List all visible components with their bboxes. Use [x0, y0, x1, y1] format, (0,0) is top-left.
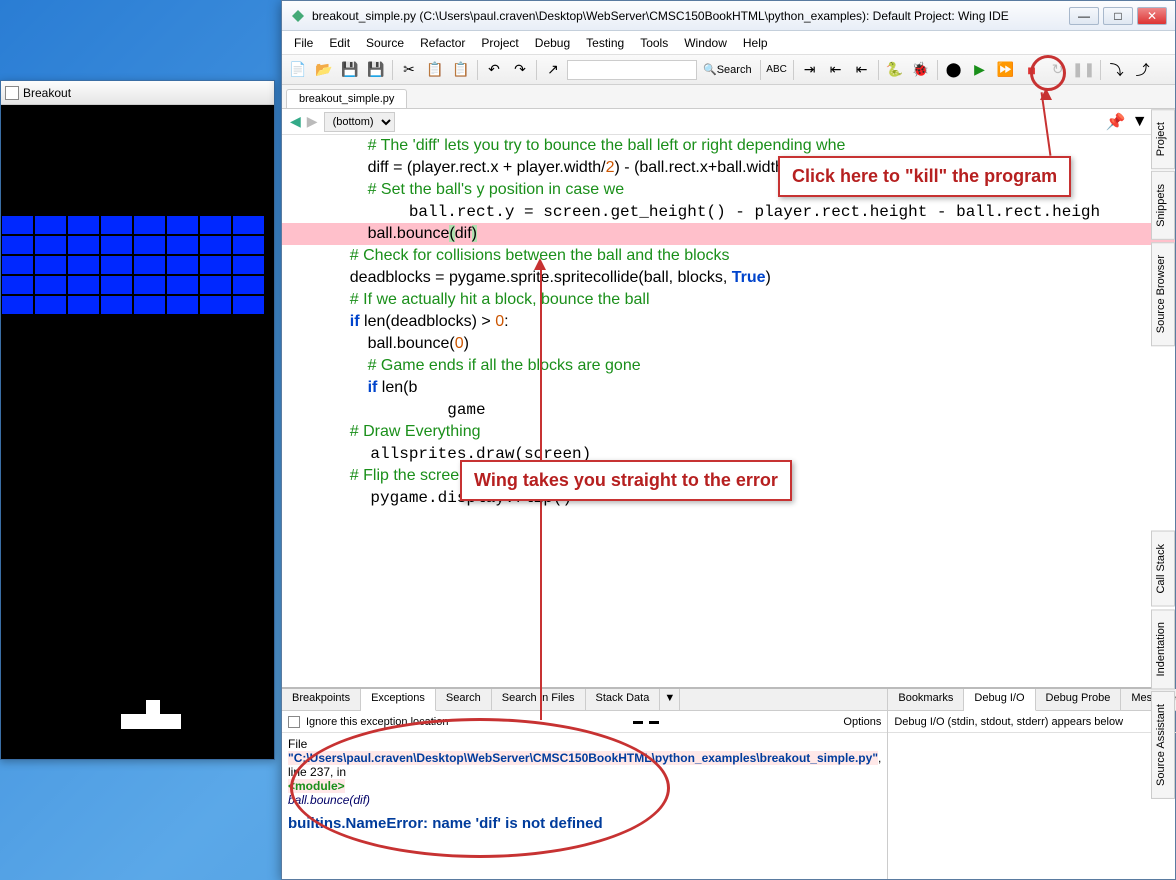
- exception-body[interactable]: File "C:\Users\paul.craven\Desktop\WebSe…: [282, 733, 887, 879]
- python-icon[interactable]: 🐍: [883, 58, 907, 82]
- save-all-icon[interactable]: 💾: [364, 58, 388, 82]
- scope-select[interactable]: (bottom): [324, 112, 395, 132]
- ide-window: breakout_simple.py (C:\Users\paul.craven…: [281, 0, 1176, 880]
- side-tab-call-stack[interactable]: Call Stack: [1151, 531, 1175, 607]
- brick-row: [1, 255, 265, 275]
- menu-window[interactable]: Window: [676, 34, 735, 52]
- step-icon[interactable]: ⤵: [1105, 58, 1129, 82]
- brick-row: [1, 295, 265, 315]
- side-tab-project[interactable]: Project: [1151, 109, 1175, 169]
- debug-io-panel: Bookmarks Debug I/O Debug Probe Messages…: [888, 689, 1176, 879]
- indent-icon[interactable]: ⇥: [798, 58, 822, 82]
- run-icon[interactable]: ▶: [968, 58, 992, 82]
- ignore-exception-label: Ignore this exception location: [306, 716, 448, 728]
- kill-arrow-head-icon: [1040, 88, 1052, 100]
- brick-row: [1, 215, 265, 235]
- breakout-canvas: [1, 105, 274, 759]
- cut-icon[interactable]: ✂: [397, 58, 421, 82]
- search-icon[interactable]: 🔍 Search: [699, 58, 756, 82]
- outdent-icon[interactable]: ⇤: [824, 58, 848, 82]
- brick-row: [1, 235, 265, 255]
- error-arrow-head-icon: [534, 258, 546, 270]
- tab-debug-io[interactable]: Debug I/O: [964, 689, 1035, 711]
- ignore-exception-checkbox[interactable]: [288, 716, 300, 728]
- error-callout: Wing takes you straight to the error: [460, 460, 792, 501]
- wing-app-icon: [290, 8, 306, 24]
- side-tab-source-assistant[interactable]: Source Assistant: [1151, 691, 1175, 799]
- kill-callout: Click here to "kill" the program: [778, 156, 1071, 197]
- panel-icon[interactable]: ▬: [633, 716, 643, 727]
- paste-icon[interactable]: 📋: [449, 58, 473, 82]
- abc-check-icon[interactable]: ABC: [765, 58, 789, 82]
- new-file-icon[interactable]: 📄: [286, 58, 310, 82]
- tab-search-in-files[interactable]: Search in Files: [492, 689, 586, 710]
- restart-icon[interactable]: ↻: [1046, 58, 1070, 82]
- breakpoint-icon[interactable]: ⬤: [942, 58, 966, 82]
- breakout-titlebar[interactable]: Breakout: [1, 81, 274, 105]
- dedent-icon[interactable]: ⇤: [850, 58, 874, 82]
- tab-debug-probe[interactable]: Debug Probe: [1036, 689, 1122, 710]
- brick-row: [1, 275, 265, 295]
- menu-testing[interactable]: Testing: [578, 34, 632, 52]
- copy-icon[interactable]: 📋: [423, 58, 447, 82]
- menu-debug[interactable]: Debug: [527, 34, 578, 52]
- menu-help[interactable]: Help: [735, 34, 776, 52]
- stop-icon[interactable]: ■: [1020, 58, 1044, 82]
- editor-navbar: ◀ ▶ (bottom) 📌 ▼ ✕: [282, 109, 1175, 135]
- menu-source[interactable]: Source: [358, 34, 412, 52]
- side-tab-source-browser[interactable]: Source Browser: [1151, 242, 1175, 346]
- open-folder-icon[interactable]: 📂: [312, 58, 336, 82]
- breakout-title: Breakout: [23, 86, 71, 100]
- chevron-down-icon[interactable]: ▼: [1132, 113, 1148, 131]
- tab-more-icon[interactable]: ▼: [660, 689, 680, 710]
- breakout-window: Breakout: [0, 80, 275, 760]
- save-icon[interactable]: 💾: [338, 58, 362, 82]
- exceptions-panel: Breakpoints Exceptions Search Search in …: [282, 689, 888, 879]
- tab-breakpoints[interactable]: Breakpoints: [282, 689, 361, 710]
- menu-refactor[interactable]: Refactor: [412, 34, 473, 52]
- side-tab-indentation[interactable]: Indentation: [1151, 609, 1175, 689]
- menubar: File Edit Source Refactor Project Debug …: [282, 31, 1175, 55]
- toolbar: 📄 📂 💾 💾 ✂ 📋 📋 ↶ ↷ ↗ 🔍 Search ABC ⇥ ⇤ ⇤ 🐍…: [282, 55, 1175, 85]
- menu-project[interactable]: Project: [473, 34, 526, 52]
- ide-titlebar[interactable]: breakout_simple.py (C:\Users\paul.craven…: [282, 1, 1175, 31]
- tab-bookmarks[interactable]: Bookmarks: [888, 689, 964, 710]
- search-input[interactable]: [567, 60, 697, 80]
- options-link[interactable]: Options: [843, 716, 881, 728]
- tab-stack-data[interactable]: Stack Data: [586, 689, 661, 710]
- nav-forward-icon[interactable]: ▶: [307, 113, 318, 130]
- panel-icon2[interactable]: ▬: [649, 716, 659, 727]
- menu-file[interactable]: File: [286, 34, 321, 52]
- pause-icon[interactable]: ❚❚: [1072, 58, 1096, 82]
- pin-icon[interactable]: 📌: [1106, 112, 1126, 132]
- maximize-button[interactable]: □: [1103, 7, 1133, 25]
- debug-icon[interactable]: 🐞: [909, 58, 933, 82]
- side-tab-snippets[interactable]: Snippets: [1151, 171, 1175, 240]
- breakout-app-icon: [5, 86, 19, 100]
- debug-io-label: Debug I/O (stdin, stdout, stderr) appear…: [894, 716, 1123, 728]
- tab-exceptions[interactable]: Exceptions: [361, 689, 436, 711]
- undo-icon[interactable]: ↶: [482, 58, 506, 82]
- debug-io-body[interactable]: [888, 733, 1176, 879]
- ide-title: breakout_simple.py (C:\Users\paul.craven…: [312, 9, 1069, 23]
- code-editor[interactable]: # The 'diff' lets you try to bounce the …: [282, 135, 1175, 687]
- bottom-panels: Breakpoints Exceptions Search Search in …: [282, 687, 1175, 879]
- redo-icon[interactable]: ↷: [508, 58, 532, 82]
- exception-error-text: builtins.NameError: name 'dif' is not de…: [288, 815, 881, 832]
- minimize-button[interactable]: —: [1069, 7, 1099, 25]
- tab-search[interactable]: Search: [436, 689, 492, 710]
- menu-tools[interactable]: Tools: [632, 34, 676, 52]
- breakout-paddle: [121, 714, 181, 729]
- editor-tab[interactable]: breakout_simple.py: [286, 89, 407, 108]
- continue-icon[interactable]: ⏩: [994, 58, 1018, 82]
- step2-icon[interactable]: ⤴: [1131, 58, 1155, 82]
- menu-edit[interactable]: Edit: [321, 34, 358, 52]
- goto-icon[interactable]: ↗: [541, 58, 565, 82]
- close-button[interactable]: ✕: [1137, 7, 1167, 25]
- breakout-ball: [146, 700, 160, 714]
- nav-back-icon[interactable]: ◀: [290, 113, 301, 130]
